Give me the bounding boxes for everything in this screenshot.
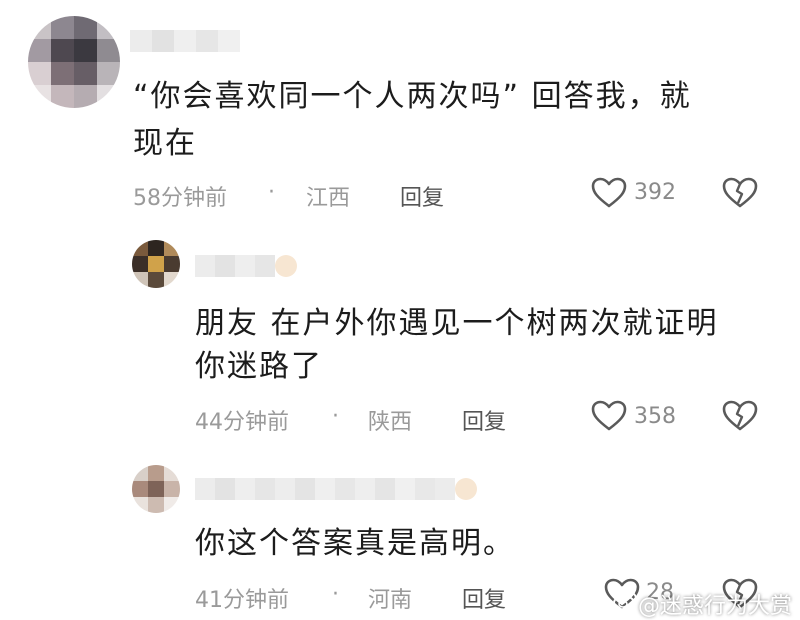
comment-text-line: 现在 [133, 126, 197, 161]
avatar[interactable] [132, 465, 180, 513]
like-count: 358 [634, 404, 676, 429]
comment-time: 44分钟前 [195, 410, 289, 435]
heart-outline-icon[interactable] [591, 177, 627, 209]
username-blurred[interactable] [195, 478, 477, 500]
comment-text-line: 朋友 在户外你遇见一个树两次就证明 [195, 306, 719, 341]
broken-heart-icon[interactable] [722, 400, 758, 432]
comment-location: 陕西 [368, 410, 413, 435]
comment-text-line: 你这个答案真是高明。 [195, 526, 515, 561]
comment-location: 江西 [306, 186, 351, 211]
separator-dot: · [332, 404, 339, 429]
weibo-logo-icon [613, 591, 637, 611]
comment-time: 58分钟前 [133, 186, 227, 211]
watermark: @迷惑行为大赏 [638, 594, 793, 619]
username-blurred[interactable] [130, 30, 240, 52]
reply-button[interactable]: 回复 [462, 404, 506, 436]
separator-dot: · [268, 180, 275, 205]
heart-outline-icon[interactable] [591, 400, 627, 432]
avatar[interactable] [28, 16, 120, 108]
comment-location: 河南 [368, 588, 413, 613]
reply-button[interactable]: 回复 [462, 582, 506, 614]
avatar[interactable] [132, 240, 180, 288]
broken-heart-icon[interactable] [722, 177, 758, 209]
separator-dot: · [332, 582, 339, 607]
reply-button[interactable]: 回复 [400, 180, 444, 212]
comment-time: 41分钟前 [195, 588, 289, 613]
username-blurred[interactable] [195, 255, 297, 277]
like-count: 392 [634, 180, 676, 205]
comment-text-line: 你迷路了 [195, 349, 323, 384]
comment-text-line: “你会喜欢同一个人两次吗” 回答我，就 [133, 79, 692, 114]
